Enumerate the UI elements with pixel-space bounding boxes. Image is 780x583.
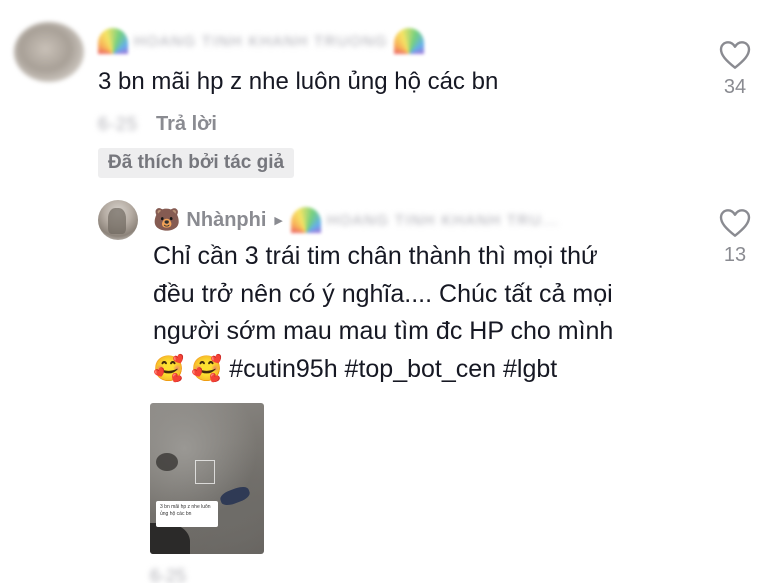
- reply-text-line: Chỉ cần 3 trái tim chân thành thì mọi th…: [153, 242, 598, 270]
- comment-like-button[interactable]: 34: [705, 40, 765, 99]
- commenter-avatar[interactable]: [14, 22, 84, 82]
- comment-meta: 6-25 Trả lời: [98, 113, 217, 136]
- heart-outline-icon[interactable]: [719, 40, 751, 70]
- thumbnail-shape: [218, 484, 252, 508]
- thumbnail-shape: [156, 453, 178, 471]
- comment-date: 6-25: [98, 114, 139, 134]
- thumbnail-bubble-text: ủng hộ các bn: [160, 511, 192, 517]
- reply-name-row[interactable]: 🐻 Nhànphi ▶ HOANG TINH KHANH TRU...: [153, 205, 559, 235]
- commenter-name-row[interactable]: HOANG TINH KHANH TRUONG: [98, 26, 424, 56]
- thumbnail-bubble-text: 3 bn mãi hp z nhe luôn: [160, 504, 211, 510]
- reply-text-line: người sớm mau mau tìm đc HP cho mình: [153, 317, 614, 345]
- rainbow-icon: [290, 207, 321, 233]
- reply-text: Chỉ cần 3 trái tim chân thành thì mọi th…: [153, 238, 683, 388]
- thumbnail-shape: [150, 523, 190, 554]
- thumbnail-comment-bubble: 3 bn mãi hp z nhe luôn ủng hộ các bn: [156, 501, 218, 527]
- comment-like-count: 34: [723, 76, 747, 98]
- reply-to-name[interactable]: HOANG TINH KHANH TRU...: [327, 212, 559, 229]
- video-reply-thumbnail[interactable]: 3 bn mãi hp z nhe luôn ủng hộ các bn: [150, 403, 264, 554]
- reply-like-count: 13: [723, 244, 747, 266]
- reply-hashtag-line: 🥰 🥰 #cutin95h #top_bot_cen #lgbt: [153, 351, 683, 389]
- rainbow-icon: [98, 28, 128, 54]
- comment-text: 3 bn mãi hp z nhe luôn ủng hộ các bn: [98, 68, 499, 95]
- reply-avatar[interactable]: [98, 200, 138, 240]
- reply-button[interactable]: Trả lời: [156, 113, 217, 136]
- heart-outline-icon[interactable]: [719, 208, 751, 238]
- commenter-name[interactable]: HOANG TINH KHANH TRUONG: [134, 33, 388, 50]
- triangle-right-icon: ▶: [274, 214, 283, 227]
- rainbow-icon: [393, 28, 424, 54]
- smiling-hearts-emoji-icon: 🥰: [153, 354, 185, 383]
- liked-by-author-badge: Đã thích bởi tác giả: [98, 148, 295, 178]
- smiling-hearts-emoji-icon: 🥰: [191, 354, 223, 383]
- hashtags[interactable]: #cutin95h #top_bot_cen #lgbt: [229, 355, 557, 383]
- bear-emoji-icon: 🐻: [153, 207, 181, 232]
- reply-author-name[interactable]: Nhànphi: [186, 209, 266, 232]
- reply-text-line: đều trở nên có ý nghĩa.... Chúc tất cả m…: [153, 279, 613, 308]
- reply-like-button[interactable]: 13: [705, 208, 765, 267]
- reply-date: 6-25: [150, 566, 187, 583]
- thumbnail-frame: [195, 460, 215, 484]
